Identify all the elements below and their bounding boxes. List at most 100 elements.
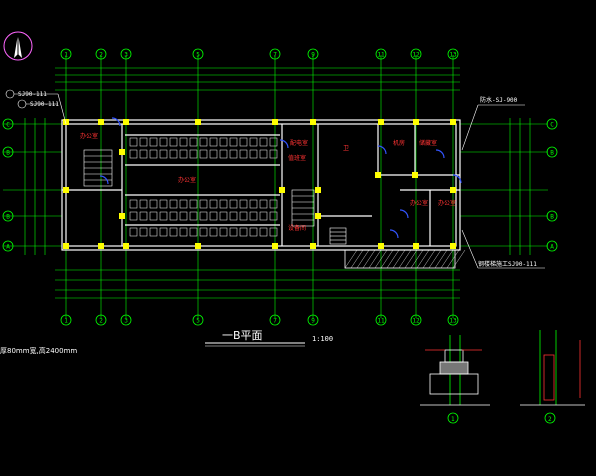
- seat-desk: [209, 211, 218, 221]
- grid-axis-bubble: B: [546, 146, 558, 158]
- seat-desk: [129, 211, 138, 221]
- seating-rows: [129, 137, 278, 237]
- room-label: 配电室: [290, 139, 308, 147]
- seat-desk: [219, 211, 228, 221]
- seat-desk: [149, 227, 158, 237]
- seat-desk: [239, 137, 248, 147]
- seat-desk: [169, 199, 178, 209]
- seat-desk: [179, 211, 188, 221]
- grid-axis-label: A: [6, 244, 10, 251]
- column: [310, 243, 316, 249]
- seat-desk: [179, 149, 188, 159]
- seat-desk: [169, 149, 178, 159]
- seat-desk: [269, 137, 278, 147]
- grid-axis-label: B: [6, 214, 10, 221]
- grid-axis-label: 13: [449, 318, 457, 325]
- seat-desk: [199, 199, 208, 209]
- seat-desk: [249, 137, 258, 147]
- seat-desk: [169, 211, 178, 221]
- column: [123, 243, 129, 249]
- column: [375, 172, 381, 178]
- grid-axis-bubble: 12: [410, 48, 422, 60]
- seat-desk: [159, 227, 168, 237]
- column: [63, 243, 69, 249]
- column: [378, 119, 384, 125]
- column: [450, 119, 456, 125]
- grid-axis-label: 13: [449, 52, 457, 59]
- section-2-id: 2: [548, 416, 552, 423]
- grid-axis-label: A: [550, 244, 554, 251]
- grid-axis-label: 1: [64, 318, 68, 325]
- seat-desk: [239, 149, 248, 159]
- seat-desk: [259, 199, 268, 209]
- seat-desk: [159, 149, 168, 159]
- seat-desk: [259, 149, 268, 159]
- cad-drawing-canvas: 1 2 3 5 7 9 11 12 13 1 2 3 5 7 9 11 12 13 CBBA CBBA: [0, 31, 585, 424]
- room-label: 储藏室: [419, 139, 437, 147]
- grid-axis-label: C: [6, 122, 10, 129]
- section-detail-1: [420, 335, 490, 424]
- seat-desk: [229, 211, 238, 221]
- column: [272, 119, 278, 125]
- grid-axis-label: 2: [99, 52, 103, 59]
- seat-desk: [159, 211, 168, 221]
- room-label: 办公室: [438, 199, 456, 207]
- grid-axis-label: B: [550, 150, 554, 157]
- seat-desk: [129, 137, 138, 147]
- seat-desk: [149, 137, 158, 147]
- room-label: 办公室: [410, 199, 428, 207]
- seat-desk: [269, 211, 278, 221]
- section-1-id: 1: [451, 416, 455, 423]
- column: [119, 213, 125, 219]
- seat-desk: [219, 149, 228, 159]
- seat-desk: [229, 149, 238, 159]
- grid-axis-label: B: [6, 150, 10, 157]
- grid-axis-label: C: [550, 122, 554, 129]
- room-label: 办公室: [80, 132, 98, 140]
- column: [450, 243, 456, 249]
- grid-axis-bubble: 3: [120, 48, 132, 60]
- bottom-right-detail-ref: 钢楼梯施工SJ90-111: [478, 260, 537, 268]
- grid-axis-label: 3: [124, 52, 128, 59]
- seat-desk: [139, 227, 148, 237]
- seat-desk: [189, 227, 198, 237]
- column: [378, 243, 384, 249]
- seat-desk: [149, 211, 158, 221]
- column: [412, 172, 418, 178]
- seat-desk: [249, 199, 258, 209]
- seat-desk: [149, 149, 158, 159]
- seat-desk: [199, 211, 208, 221]
- room-label: 办公室: [178, 176, 196, 184]
- seat-desk: [129, 199, 138, 209]
- seat-desk: [189, 149, 198, 159]
- seat-desk: [219, 199, 228, 209]
- grid-axis-label: 5: [196, 318, 200, 325]
- seat-desk: [179, 227, 188, 237]
- seat-desk: [269, 149, 278, 159]
- seat-desk: [159, 137, 168, 147]
- seat-desk: [209, 227, 218, 237]
- seat-desk: [139, 149, 148, 159]
- grid-axis-bubble: C: [546, 118, 558, 130]
- grid-axis-label: 2: [99, 318, 103, 325]
- section-detail-2: [520, 330, 585, 424]
- plan-title: 一B平面: [222, 329, 263, 342]
- left-grid-axes: C B B A: [2, 118, 14, 252]
- dimension-lines-top: [55, 67, 460, 91]
- seat-desk: [249, 211, 258, 221]
- grid-axis-bubble: 13: [447, 48, 459, 60]
- callout-right-top: [461, 104, 525, 151]
- dimension-lines-bottom: [55, 269, 460, 299]
- column: [279, 187, 285, 193]
- detail-ref-2: SJ90-111: [30, 101, 59, 108]
- seat-desk: [249, 227, 258, 237]
- column: [63, 119, 69, 125]
- top-grid-axes: 1 2 3 5 7 9 11 12 13: [60, 48, 459, 60]
- column: [195, 119, 201, 125]
- grid-axis-label: 12: [412, 318, 420, 325]
- seat-desk: [129, 149, 138, 159]
- seat-desk: [169, 137, 178, 147]
- grid-axis-label: 12: [412, 52, 420, 59]
- seat-desk: [189, 199, 198, 209]
- grid-axis-label: B: [550, 214, 554, 221]
